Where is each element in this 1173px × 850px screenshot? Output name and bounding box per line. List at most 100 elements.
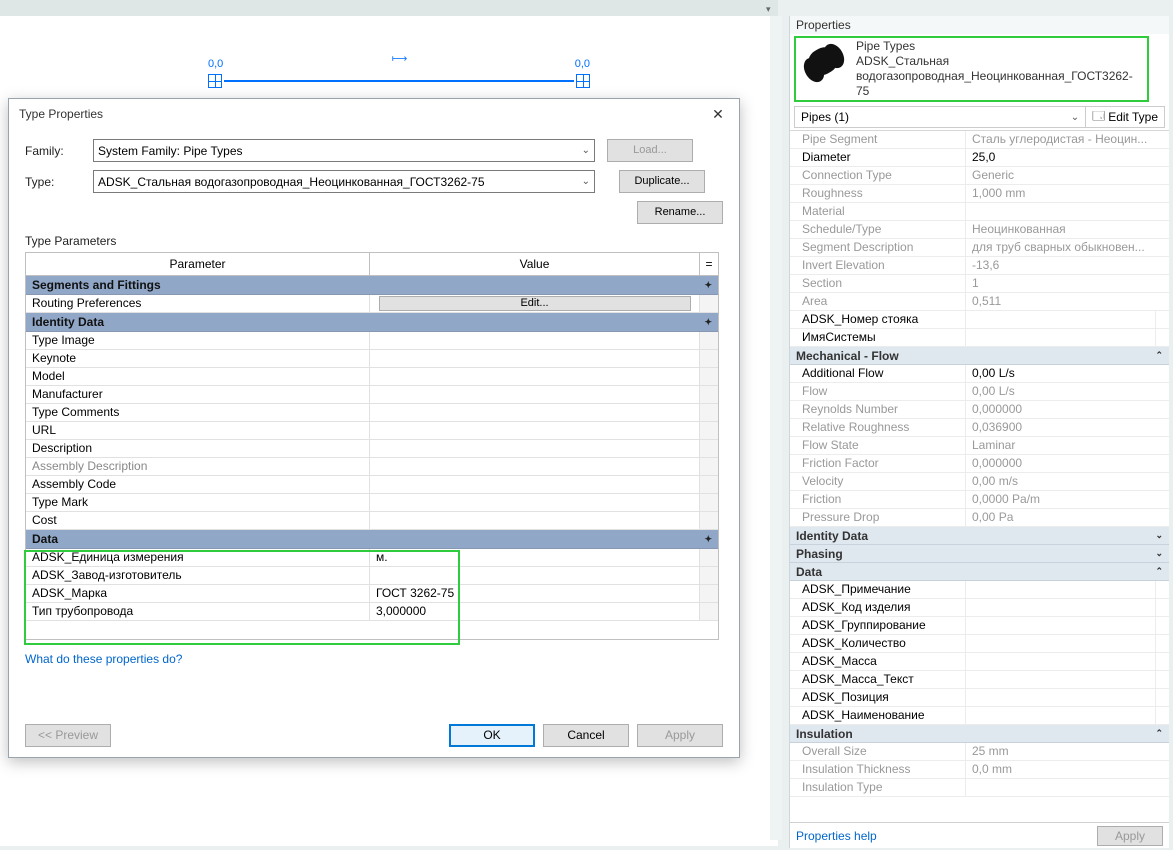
prop-row[interactable]: ADSK_Количество <box>790 635 1169 653</box>
prop-value[interactable] <box>966 689 1155 706</box>
prop-value[interactable] <box>966 329 1155 346</box>
header-parameter[interactable]: Parameter <box>26 253 370 275</box>
type-select[interactable]: ADSK_Стальная водогазопроводная_Неоцинко… <box>93 170 595 193</box>
grid-section-header[interactable]: Data✦ <box>26 530 718 549</box>
type-selector-card[interactable]: Pipe Types ADSK_Стальная водогазопроводн… <box>794 36 1149 102</box>
grid-value[interactable] <box>370 494 700 511</box>
grid-row[interactable]: ADSK_Завод-изготовитель <box>26 567 718 585</box>
prop-row[interactable]: Insulation Type <box>790 779 1169 797</box>
grid-row[interactable]: Type Comments <box>26 404 718 422</box>
grid-value[interactable] <box>370 422 700 439</box>
prop-row[interactable]: Flow0,00 L/s <box>790 383 1169 401</box>
prop-row[interactable]: Connection TypeGeneric <box>790 167 1169 185</box>
prop-row[interactable]: Section1 <box>790 275 1169 293</box>
grid-value[interactable] <box>370 368 700 385</box>
family-select[interactable]: System Family: Pipe Types ⌄ <box>93 139 595 162</box>
grid-value[interactable] <box>370 458 700 475</box>
grid-row[interactable]: Cost <box>26 512 718 530</box>
prop-section-header[interactable]: Identity Data⌄ <box>790 527 1169 545</box>
prop-row[interactable]: Pipe SegmentСталь углеродистая - Неоцин.… <box>790 131 1169 149</box>
header-equals[interactable]: = <box>700 253 718 275</box>
prop-value[interactable] <box>966 653 1155 670</box>
checkbox-cell[interactable] <box>1155 635 1169 652</box>
grid-value[interactable] <box>370 440 700 457</box>
grid-value[interactable]: ГОСТ 3262-75 <box>370 585 700 602</box>
grid-value[interactable] <box>370 386 700 403</box>
checkbox-cell[interactable] <box>1155 653 1169 670</box>
rename-button[interactable]: Rename... <box>637 201 723 224</box>
grid-row[interactable]: ADSK_МаркаГОСТ 3262-75 <box>26 585 718 603</box>
prop-row[interactable]: Material <box>790 203 1169 221</box>
prop-row[interactable]: Additional Flow0,00 L/s <box>790 365 1169 383</box>
prop-value[interactable] <box>966 635 1155 652</box>
prop-value[interactable] <box>966 581 1155 598</box>
duplicate-button[interactable]: Duplicate... <box>619 170 705 193</box>
checkbox-cell[interactable] <box>1155 581 1169 598</box>
prop-row[interactable]: Area0,511 <box>790 293 1169 311</box>
prop-row[interactable]: ADSK_Масса <box>790 653 1169 671</box>
grid-value[interactable] <box>370 332 700 349</box>
edit-type-button[interactable]: 🗔 Edit Type <box>1085 107 1164 127</box>
grid-value[interactable] <box>370 350 700 367</box>
grid-value[interactable] <box>370 512 700 529</box>
grid-row[interactable]: Type Image <box>26 332 718 350</box>
grid-row[interactable]: URL <box>26 422 718 440</box>
grid-row[interactable]: Assembly Code <box>26 476 718 494</box>
prop-row[interactable]: Diameter25,0 <box>790 149 1169 167</box>
prop-value[interactable] <box>966 707 1155 724</box>
prop-row[interactable]: Relative Roughness0,036900 <box>790 419 1169 437</box>
grid-value[interactable]: м. <box>370 549 700 566</box>
prop-value[interactable]: 0,00 L/s <box>966 365 1169 382</box>
prop-section-header[interactable]: Data⌃ <box>790 563 1169 581</box>
cancel-button[interactable]: Cancel <box>543 724 629 747</box>
help-link[interactable]: What do these properties do? <box>25 652 723 666</box>
prop-section-header[interactable]: Insulation⌃ <box>790 725 1169 743</box>
grid-row[interactable]: Routing PreferencesEdit... <box>26 295 718 313</box>
checkbox-cell[interactable] <box>1155 599 1169 616</box>
prop-row[interactable]: Segment Descriptionдля труб сварных обык… <box>790 239 1169 257</box>
checkbox-cell[interactable] <box>1155 689 1169 706</box>
grid-value[interactable]: 3,000000 <box>370 603 700 620</box>
properties-help-link[interactable]: Properties help <box>796 829 877 843</box>
checkbox-cell[interactable] <box>1155 617 1169 634</box>
prop-row[interactable]: Reynolds Number0,000000 <box>790 401 1169 419</box>
close-icon[interactable]: ✕ <box>707 99 729 129</box>
prop-row[interactable]: Velocity0,00 m/s <box>790 473 1169 491</box>
prop-row[interactable]: Invert Elevation-13,6 <box>790 257 1169 275</box>
pipe-endpoint-right[interactable] <box>576 74 590 88</box>
prop-row[interactable]: ADSK_Наименование <box>790 707 1169 725</box>
prop-row[interactable]: Overall Size25 mm <box>790 743 1169 761</box>
grid-section-header[interactable]: Identity Data✦ <box>26 313 718 332</box>
prop-value[interactable]: 25,0 <box>966 149 1169 166</box>
prop-row[interactable]: Friction0,0000 Pa/m <box>790 491 1169 509</box>
prop-row[interactable]: ADSK_Примечание <box>790 581 1169 599</box>
pipe-endpoint-left[interactable] <box>208 74 222 88</box>
panel-dock-icon[interactable] <box>766 4 774 12</box>
prop-row[interactable]: Schedule/TypeНеоцинкованная <box>790 221 1169 239</box>
prop-row[interactable]: ADSK_Код изделия <box>790 599 1169 617</box>
prop-row[interactable]: ADSK_Масса_Текст <box>790 671 1169 689</box>
grid-value[interactable] <box>370 476 700 493</box>
checkbox-cell[interactable] <box>1155 329 1169 346</box>
grid-row[interactable]: Тип трубопровода3,000000 <box>26 603 718 621</box>
prop-section-header[interactable]: Mechanical - Flow⌃ <box>790 347 1169 365</box>
prop-row[interactable]: Roughness1,000 mm <box>790 185 1169 203</box>
grid-value[interactable] <box>370 404 700 421</box>
prop-row[interactable]: ИмяСистемы <box>790 329 1169 347</box>
prop-value[interactable] <box>966 617 1155 634</box>
grid-row[interactable]: Keynote <box>26 350 718 368</box>
checkbox-cell[interactable] <box>1155 671 1169 688</box>
canvas-scrollbar[interactable] <box>770 16 782 840</box>
prop-row[interactable]: Pressure Drop0,00 Pa <box>790 509 1169 527</box>
checkbox-cell[interactable] <box>1155 311 1169 328</box>
grid-row[interactable]: Model <box>26 368 718 386</box>
ok-button[interactable]: OK <box>449 724 535 747</box>
header-value[interactable]: Value <box>370 253 700 275</box>
pipe-body[interactable] <box>224 80 574 82</box>
prop-row[interactable]: Friction Factor0,000000 <box>790 455 1169 473</box>
filter-select[interactable]: Pipes (1) ⌄ <box>795 110 1085 124</box>
grid-section-header[interactable]: Segments and Fittings✦ <box>26 276 718 295</box>
grid-row[interactable]: Type Mark <box>26 494 718 512</box>
prop-row[interactable]: Insulation Thickness0,0 mm <box>790 761 1169 779</box>
prop-section-header[interactable]: Phasing⌄ <box>790 545 1169 563</box>
